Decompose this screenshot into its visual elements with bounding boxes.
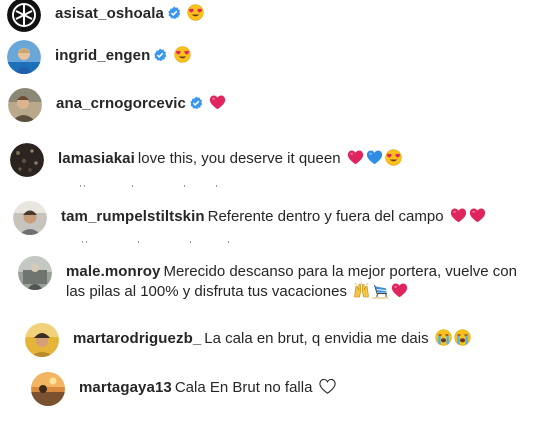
comment-item: tam_rumpelstiltskin Referente dentro y fu… bbox=[13, 201, 486, 235]
verified-badge-icon bbox=[153, 48, 167, 62]
heart-eyes-emoji-icon bbox=[173, 46, 191, 63]
beach-chair-emoji-icon bbox=[372, 282, 389, 299]
divider-dots bbox=[82, 241, 230, 243]
comment-text: La cala en brut, q envidia me dais bbox=[204, 330, 429, 347]
avatar[interactable] bbox=[31, 372, 65, 406]
comments-panel: asisat_oshoala ingrid_engen ana_crnogorc… bbox=[0, 0, 549, 441]
comment-text: Referente dentro y fuera del campo bbox=[207, 208, 444, 225]
avatar[interactable] bbox=[13, 201, 47, 235]
comment-text: love this, you deserve it queen bbox=[137, 150, 341, 167]
verified-badge-icon bbox=[167, 6, 181, 20]
verified-badge-icon bbox=[189, 96, 203, 110]
comment-username[interactable]: ana_crnogorcevic bbox=[56, 95, 186, 112]
heart-eyes-emoji-icon bbox=[187, 4, 204, 21]
comment-username[interactable]: martagaya13 bbox=[79, 379, 172, 396]
comment-item: martarodriguezb_ La cala en brut, q envid… bbox=[25, 323, 471, 357]
divider-dots bbox=[80, 185, 220, 187]
avatar[interactable] bbox=[8, 88, 42, 122]
comment-username[interactable]: asisat_oshoala bbox=[55, 5, 164, 22]
comment-username[interactable]: lamasiakai bbox=[58, 150, 135, 167]
red-heart-emoji-icon bbox=[469, 207, 486, 224]
avatar[interactable] bbox=[25, 323, 59, 357]
red-heart-emoji-icon bbox=[391, 282, 408, 299]
red-heart-emoji-icon bbox=[347, 149, 364, 166]
avatar[interactable] bbox=[7, 40, 41, 74]
avatar[interactable] bbox=[18, 256, 52, 290]
red-heart-emoji-icon bbox=[209, 94, 226, 111]
raised-hands-emoji-icon bbox=[353, 282, 370, 299]
blue-heart-emoji-icon bbox=[366, 149, 383, 166]
comment-item: ingrid_engen bbox=[7, 40, 191, 74]
comment-item: ana_crnogorcevic bbox=[8, 88, 226, 122]
comment-item: male.monroy Merecido descanso para la mej… bbox=[18, 256, 522, 302]
comment-username[interactable]: martarodriguezb_ bbox=[73, 330, 201, 347]
heart-eyes-emoji-icon bbox=[385, 149, 402, 166]
loudly-crying-emoji-icon bbox=[435, 329, 452, 346]
red-heart-emoji-icon bbox=[450, 207, 467, 224]
comment-item: asisat_oshoala bbox=[7, 0, 204, 32]
white-heart-emoji-icon bbox=[318, 378, 336, 395]
avatar[interactable] bbox=[10, 143, 44, 177]
avatar[interactable] bbox=[7, 0, 41, 32]
comment-text: Cala En Brut no falla bbox=[174, 379, 313, 396]
loudly-crying-emoji-icon bbox=[454, 329, 471, 346]
comment-item: lamasiakai love this, you deserve it quee… bbox=[10, 143, 402, 177]
comment-username[interactable]: ingrid_engen bbox=[55, 47, 150, 64]
comment-item: martagaya13 Cala En Brut no falla bbox=[31, 372, 336, 406]
comment-username[interactable]: male.monroy bbox=[66, 263, 160, 280]
comment-username[interactable]: tam_rumpelstiltskin bbox=[61, 208, 205, 225]
